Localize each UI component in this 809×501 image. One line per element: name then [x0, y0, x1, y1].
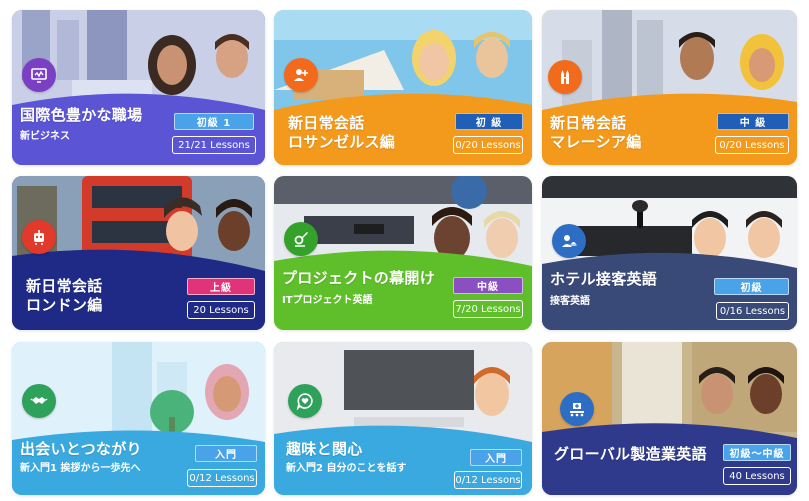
lessons-count: 20 Lessons — [187, 301, 255, 319]
monitor-heart-icon — [22, 58, 56, 92]
lessons-count: 0/12 Lessons — [454, 471, 522, 489]
lessons-count: 0/20 Lessons — [453, 136, 523, 154]
course-card[interactable]: 新日常会話 ロサンゼルス編 初 級 0/20 Lessons — [274, 10, 532, 165]
level-badge: 入門 — [470, 449, 522, 466]
course-card[interactable]: 新日常会話 マレーシア編 中 級 0/20 Lessons — [542, 10, 797, 165]
level-badge: 入門 — [195, 445, 257, 462]
lessons-count: 40 Lessons — [723, 467, 791, 485]
factory-icon — [560, 392, 594, 426]
level-badge: 上級 — [187, 278, 255, 295]
twin-towers-icon — [548, 60, 582, 94]
settings-pen-icon — [284, 222, 318, 256]
course-title: プロジェクトの幕開け — [282, 269, 436, 287]
course-card[interactable]: グローバル製造業英語 初級〜中級 40 Lessons — [542, 342, 797, 495]
level-badge: 初級 — [714, 278, 789, 295]
course-subtitle: 接客英語 — [550, 296, 590, 307]
level-badge: 中 級 — [717, 113, 789, 130]
lessons-count: 0/12 Lessons — [187, 469, 257, 487]
lessons-count: 0/16 Lessons — [716, 302, 789, 320]
robot-icon — [22, 220, 56, 254]
course-title: グローバル製造業英語 — [554, 445, 707, 463]
course-subtitle: ITプロジェクト英語 — [282, 295, 373, 306]
course-card[interactable]: 新日常会話 ロンドン編 上級 20 Lessons — [12, 176, 265, 330]
course-subtitle: 新入門2 自分のことを話す — [286, 463, 407, 474]
level-badge: 初 級 — [455, 113, 523, 130]
course-subtitle: 新入門1 挨拶から一歩先へ — [20, 463, 141, 474]
course-card[interactable]: 出会いとつながり 新入門1 挨拶から一歩先へ 入門 0/12 Lessons — [12, 342, 265, 495]
course-card[interactable]: プロジェクトの幕開け ITプロジェクト英語 中級 7/20 Lessons — [274, 176, 532, 330]
course-card[interactable]: ホテル接客英語 接客英語 初級 0/16 Lessons — [542, 176, 797, 330]
people-plus-icon — [284, 58, 318, 92]
level-badge: 初級〜中級 — [723, 444, 791, 461]
course-title: 趣味と関心 — [286, 440, 363, 458]
level-badge: 中級 — [453, 277, 523, 294]
handshake-icon — [22, 384, 56, 418]
course-title: ホテル接客英語 — [550, 270, 658, 288]
course-subtitle: 新ビジネス — [20, 131, 70, 142]
course-title: 新日常会話 ロンドン編 — [26, 277, 103, 314]
course-title: 国際色豊かな職場 — [20, 106, 143, 124]
level-badge: 初級 1 — [174, 113, 254, 130]
course-title: 新日常会話 マレーシア編 — [550, 114, 642, 151]
course-title: 新日常会話 ロサンゼルス編 — [288, 114, 396, 151]
lessons-count: 0/20 Lessons — [715, 136, 789, 154]
lessons-count: 7/20 Lessons — [453, 300, 523, 318]
course-title: 出会いとつながり — [20, 440, 142, 458]
course-card[interactable]: 国際色豊かな職場 新ビジネス 初級 1 21/21 Lessons — [12, 10, 265, 165]
heart-chat-icon — [288, 384, 322, 418]
course-card[interactable]: 趣味と関心 新入門2 自分のことを話す 入門 0/12 Lessons — [274, 342, 532, 495]
lessons-count: 21/21 Lessons — [172, 136, 256, 154]
concierge-icon — [552, 224, 586, 258]
